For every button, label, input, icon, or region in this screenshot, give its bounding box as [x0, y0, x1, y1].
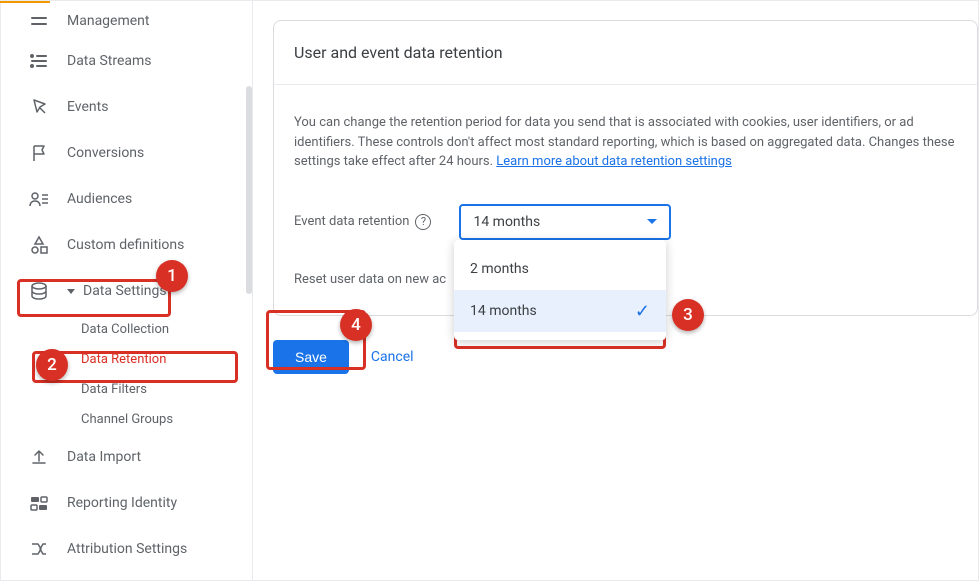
card-description: You can change the retention period for … [294, 113, 957, 172]
attribution-icon [27, 537, 51, 561]
sidebar-item-attribution-settings[interactable]: Attribution Settings [1, 526, 252, 572]
help-icon[interactable]: ? [415, 214, 431, 230]
sidebar-item-custom-definitions[interactable]: Custom definitions [1, 222, 252, 268]
sidebar-sub-label: Data Retention [81, 352, 166, 367]
sidebar-item-events[interactable]: Events [1, 84, 252, 130]
identity-icon [27, 491, 51, 515]
sidebar-item-label: Reporting Identity [67, 495, 252, 511]
sidebar-item-label: Events [67, 99, 252, 115]
sidebar-item-management[interactable]: Management [1, 4, 252, 38]
sidebar-item-data-streams[interactable]: Data Streams [1, 38, 252, 84]
cancel-button[interactable]: Cancel [371, 349, 414, 365]
learn-more-link[interactable]: Learn more about data retention settings [496, 154, 732, 169]
admin-sidebar: Management Data Streams Events Conversio… [1, 0, 253, 580]
people-icon [27, 187, 51, 211]
sidebar-item-label: Conversions [67, 145, 252, 161]
sidebar-sub-label: Channel Groups [81, 412, 173, 427]
database-icon [27, 279, 51, 303]
card-title: User and event data retention [274, 21, 977, 85]
sidebar-item-conversions[interactable]: Conversions [1, 130, 252, 176]
annotation-badge-1: 1 [156, 260, 188, 292]
sidebar-sub-label: Data Collection [81, 322, 169, 337]
select-value: 14 months [473, 214, 647, 230]
sidebar-item-data-settings[interactable]: Data Settings [1, 268, 252, 314]
sidebar-sub-channel-groups[interactable]: Channel Groups [1, 404, 252, 434]
option-label: 2 months [470, 261, 529, 277]
option-2-months[interactable]: 2 months [454, 248, 666, 290]
sidebar-item-reporting-identity[interactable]: Reporting Identity [1, 480, 252, 526]
upload-icon [27, 445, 51, 469]
retention-dropdown: 2 months 14 months ✓ [454, 240, 666, 340]
flag-icon [27, 141, 51, 165]
event-retention-label: Event data retention [294, 214, 409, 229]
sidebar-sub-data-collection[interactable]: Data Collection [1, 314, 252, 344]
sidebar-sub-label: Data Filters [81, 382, 147, 397]
option-label: 14 months [470, 303, 537, 319]
sidebar-item-label: Data Streams [67, 53, 252, 69]
annotation-badge-4: 4 [340, 309, 372, 341]
sidebar-item-label: Data Import [67, 449, 252, 465]
sidebar-item-label: Audiences [67, 191, 252, 207]
caret-down-icon [67, 289, 75, 294]
cursor-icon [27, 95, 51, 119]
annotation-badge-2: 2 [36, 349, 68, 381]
sidebar-item-label: Management [67, 13, 252, 29]
chevron-down-icon [647, 219, 657, 224]
lines-icon [27, 9, 51, 33]
save-button[interactable]: Save [273, 340, 349, 374]
event-retention-select[interactable]: 14 months [459, 204, 671, 240]
shapes-icon [27, 233, 51, 257]
annotation-badge-3: 3 [672, 299, 704, 331]
sidebar-item-data-import[interactable]: Data Import [1, 434, 252, 480]
sidebar-sub-data-filters[interactable]: Data Filters [1, 374, 252, 404]
reset-user-label: Reset user data on new ac [294, 272, 446, 287]
scrollbar-thumb[interactable] [246, 86, 252, 294]
option-14-months[interactable]: 14 months ✓ [454, 290, 666, 332]
sidebar-item-label: Custom definitions [67, 237, 252, 253]
streams-icon [27, 49, 51, 73]
sidebar-item-audiences[interactable]: Audiences [1, 176, 252, 222]
sidebar-item-label: Attribution Settings [67, 541, 252, 557]
check-icon: ✓ [635, 301, 650, 322]
